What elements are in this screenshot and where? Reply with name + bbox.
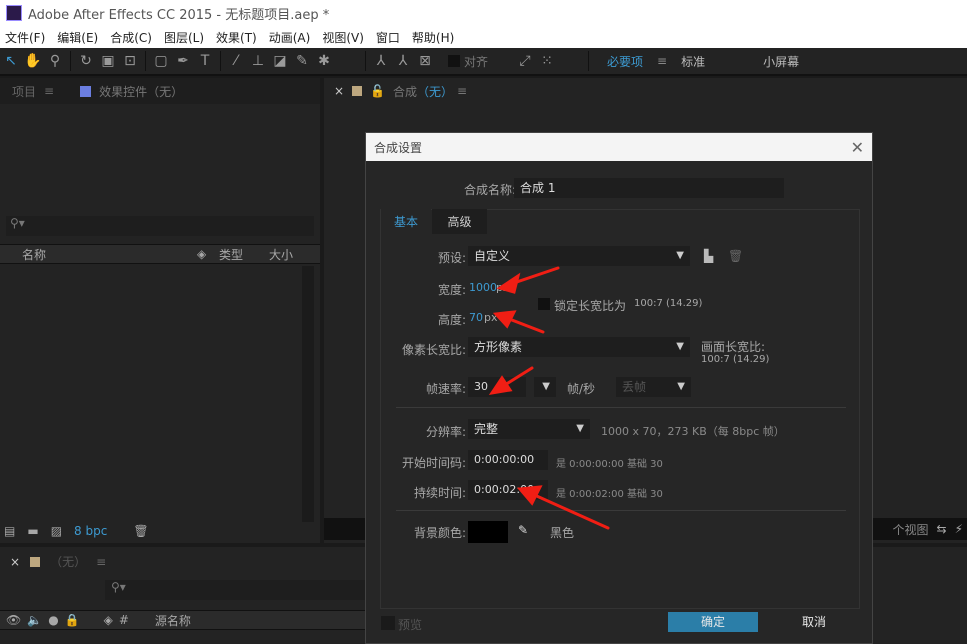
arrow-fps-head: [488, 375, 513, 396]
annotation-arrows: [488, 266, 610, 530]
arrow-height-head: [492, 310, 517, 329]
arrow-duration-head: [516, 485, 543, 506]
arrow-width-head: [496, 272, 521, 294]
arrow-duration: [528, 491, 610, 530]
